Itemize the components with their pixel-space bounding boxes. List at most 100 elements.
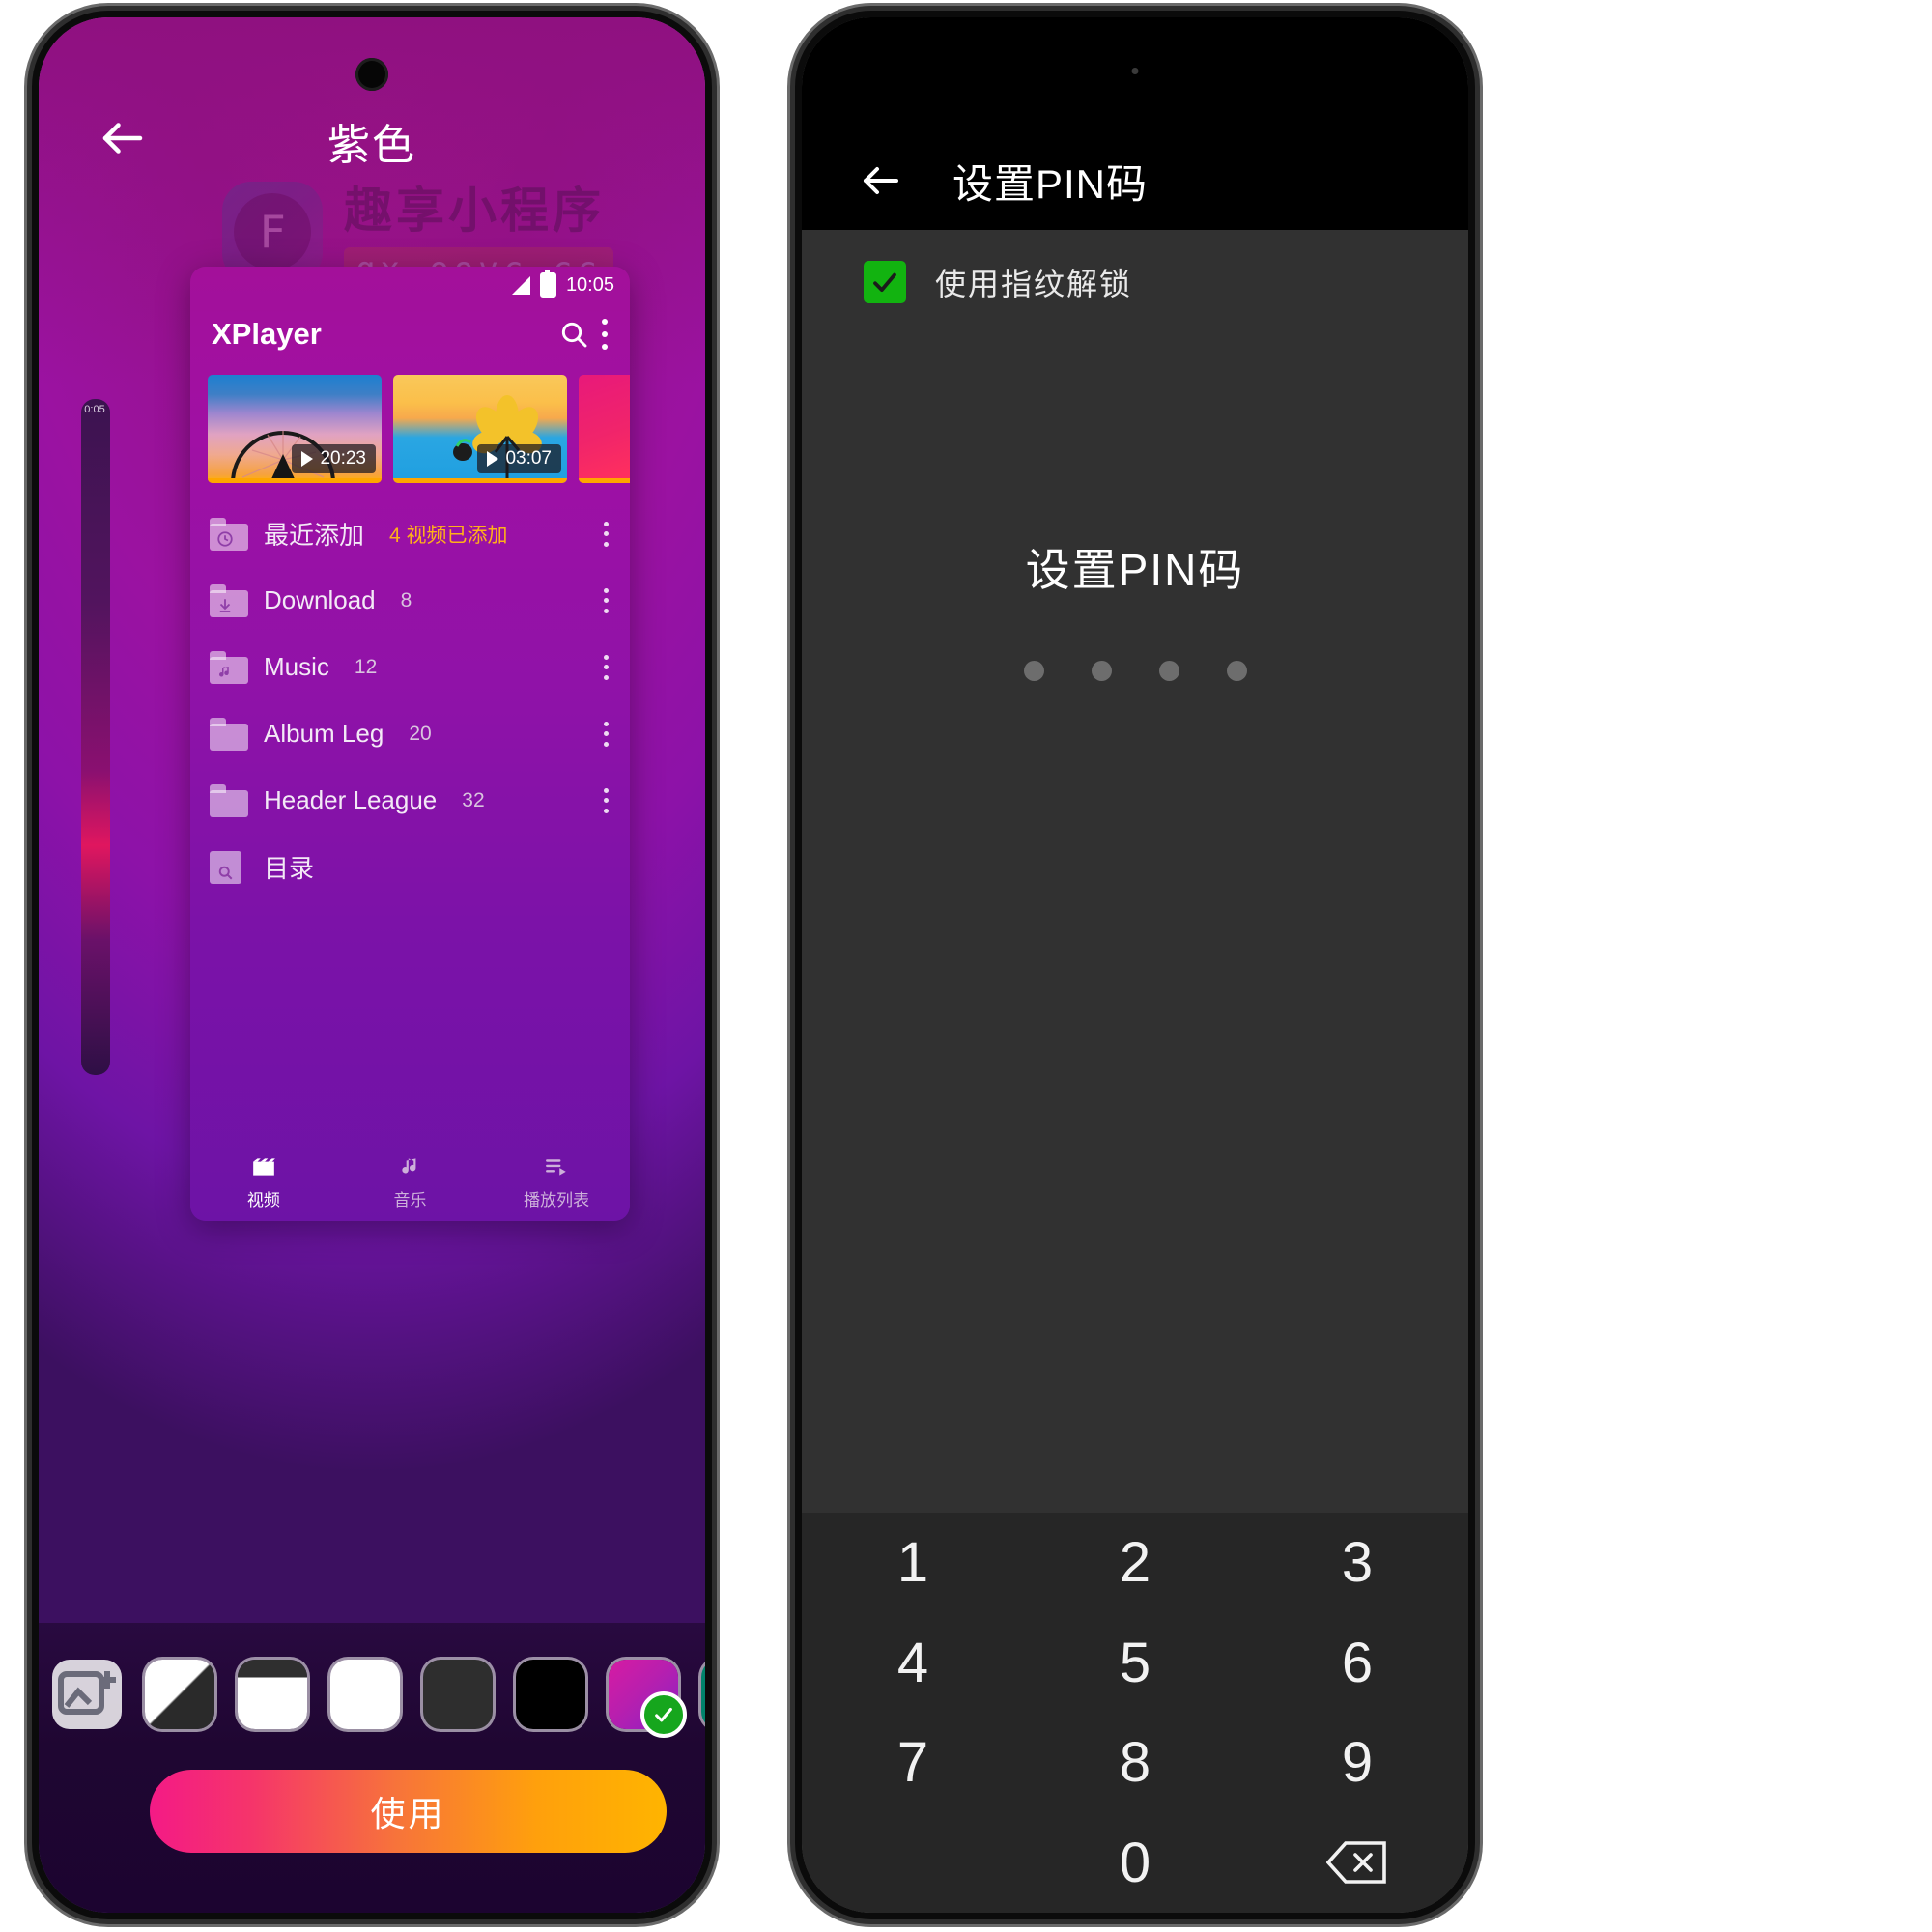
screenshot-root: 紫色 F 趣享小程序 qx.oovc.cc › 0:05: [0, 0, 1932, 1932]
fingerprint-unlock-row[interactable]: 使用指纹解锁: [802, 230, 1468, 334]
pin-dot-indicators: [802, 661, 1468, 681]
tab-playlist[interactable]: 播放列表: [483, 1144, 630, 1221]
folder-count: 12: [354, 655, 378, 678]
video-duration: 20:23: [320, 448, 366, 469]
app-name: XPlayer: [212, 317, 322, 351]
folder-row-directory[interactable]: 目录: [190, 834, 630, 900]
folder-count: 20: [409, 722, 432, 745]
add-custom-wallpaper-button[interactable]: [52, 1660, 122, 1729]
video-thumbnail[interactable]: 03:07: [393, 375, 567, 483]
use-wallpaper-button[interactable]: 使用: [150, 1770, 667, 1853]
row-overflow-icon[interactable]: [603, 721, 609, 747]
swatch-teal[interactable]: [701, 1660, 705, 1729]
recent-folder-icon: [210, 517, 248, 551]
row-overflow-icon[interactable]: [603, 787, 609, 813]
music-note-icon: [401, 1158, 415, 1174]
pin-dot: [1091, 661, 1112, 681]
back-arrow-icon[interactable]: [858, 157, 904, 204]
video-thumbnail[interactable]: 20:23: [208, 375, 382, 483]
keypad-key-0[interactable]: 0: [1024, 1813, 1246, 1914]
swatch-purple-magenta-selected[interactable]: [609, 1660, 687, 1738]
row-overflow-icon[interactable]: [603, 654, 609, 680]
keypad-key-3[interactable]: 3: [1246, 1513, 1468, 1613]
signal-icon: [511, 275, 530, 295]
pin-dot: [1158, 661, 1179, 681]
playlist-icon: [546, 1159, 566, 1176]
folder-icon: [210, 717, 248, 751]
keypad-key-4[interactable]: 4: [802, 1613, 1024, 1714]
folder-name: 目录: [264, 854, 315, 883]
backspace-icon: [1326, 1841, 1386, 1885]
clock-glyph: [217, 530, 233, 547]
left-phone-frame: 紫色 F 趣享小程序 qx.oovc.cc › 0:05: [39, 17, 705, 1913]
music-folder-icon: [210, 650, 248, 684]
fingerprint-label: 使用指纹解锁: [935, 267, 1133, 301]
folder-name: Download: [264, 585, 376, 614]
fingerprint-checkbox[interactable]: [864, 261, 906, 303]
pin-dot: [1023, 661, 1044, 681]
folder-row-download[interactable]: Download 8: [190, 567, 630, 634]
watermark-brand: 趣享小程序: [344, 184, 605, 238]
keypad-key-5[interactable]: 5: [1024, 1613, 1246, 1714]
tab-video[interactable]: 视频: [190, 1144, 337, 1221]
folder-name: Header League: [264, 785, 438, 814]
keypad-key-8[interactable]: 8: [1024, 1713, 1246, 1813]
selected-check-badge: [640, 1691, 687, 1738]
preview-statusbar: 10:05: [190, 267, 630, 303]
pin-dot: [1226, 661, 1247, 681]
front-camera-punch-hole: [355, 58, 388, 91]
front-camera-punch-hole: [1131, 68, 1139, 74]
video-duration-badge: 20:23: [292, 444, 376, 473]
directory-icon: [210, 850, 248, 884]
app-preview-card[interactable]: 10:05 XPlayer 20:23 03:07 最近添加 4 视频已添加 D…: [190, 267, 630, 1221]
download-folder-icon: [210, 583, 248, 617]
keypad-key-2[interactable]: 2: [1024, 1513, 1246, 1613]
watermark-logo-glyph: F: [259, 206, 286, 258]
tab-music[interactable]: 音乐: [337, 1144, 484, 1221]
video-thumbnail[interactable]: [579, 375, 630, 483]
keypad-key-6[interactable]: 6: [1246, 1613, 1468, 1714]
folder-row-header-league[interactable]: Header League 32: [190, 767, 630, 834]
preview-toolbar: XPlayer: [190, 303, 630, 365]
swatch-black[interactable]: [516, 1660, 585, 1729]
row-overflow-icon[interactable]: [603, 587, 609, 613]
folder-name: Music: [264, 652, 329, 681]
peek-card-time: 0:05: [84, 404, 105, 415]
right-phone-screen: 设置PIN码 使用指纹解锁 设置PIN码 1 2 3 4 5 6 7 8 9 0: [802, 17, 1468, 1913]
swatch-white[interactable]: [330, 1660, 400, 1729]
keypad-backspace-button[interactable]: [1246, 1813, 1468, 1914]
folder-list: 最近添加 4 视频已添加 Download 8 Music 12 Album L…: [190, 483, 630, 900]
thumbnail-progress-bar: [393, 478, 567, 483]
page-title: 紫色: [327, 122, 416, 169]
check-icon: [655, 1707, 672, 1722]
more-vertical-icon[interactable]: [601, 319, 609, 350]
folder-row-recent[interactable]: 最近添加 4 视频已添加: [190, 500, 630, 567]
battery-icon: [539, 270, 556, 298]
folder-name: 最近添加: [264, 521, 365, 550]
appbar-title: 设置PIN码: [952, 160, 1149, 207]
folder-row-music[interactable]: Music 12: [190, 634, 630, 700]
keypad-key-1[interactable]: 1: [802, 1513, 1024, 1613]
folder-icon: [210, 783, 248, 817]
folder-row-album-leg[interactable]: Album Leg 20: [190, 700, 630, 767]
tab-label: 播放列表: [524, 1191, 590, 1209]
pin-statusbar: [802, 17, 1468, 131]
tab-label: 音乐: [393, 1191, 427, 1209]
music-note-glyph: [219, 666, 229, 677]
swatch-dark-gray[interactable]: [423, 1660, 493, 1729]
keypad-key-9[interactable]: 9: [1246, 1713, 1468, 1813]
thumbnail-progress-bar: [208, 478, 382, 483]
peek-card-left[interactable]: [81, 399, 110, 1075]
row-overflow-icon[interactable]: [603, 521, 609, 547]
check-icon: [873, 272, 896, 292]
recent-video-thumbnails: 20:23 03:07: [190, 365, 630, 483]
tab-label: 视频: [246, 1191, 280, 1209]
keypad-key-7[interactable]: 7: [802, 1713, 1024, 1813]
play-icon: [301, 451, 314, 467]
folder-count: 32: [462, 788, 485, 811]
swatch-split-bw[interactable]: [238, 1660, 307, 1729]
play-icon: [487, 451, 499, 467]
wallpaper-swatch-tray: 使用: [39, 1623, 705, 1913]
swatch-diagonal-bw[interactable]: [145, 1660, 214, 1729]
search-icon[interactable]: [558, 319, 589, 350]
